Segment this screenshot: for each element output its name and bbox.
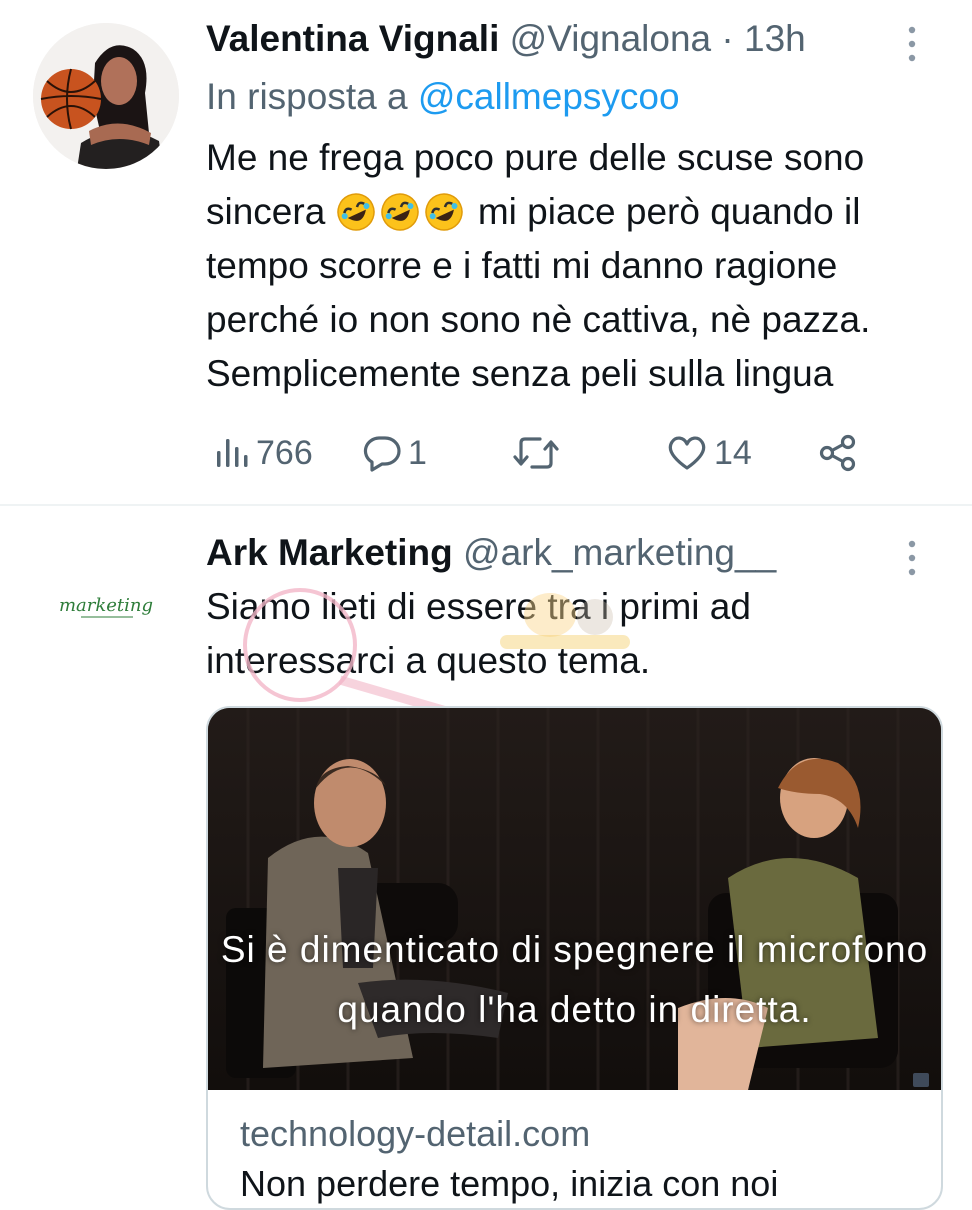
more-options-button[interactable] bbox=[905, 24, 927, 64]
emoji-group bbox=[336, 191, 478, 232]
like-count: 14 bbox=[714, 433, 752, 472]
views-chart-icon bbox=[217, 439, 248, 467]
tweet-text: Me ne frega poco pure delle scuse sono s… bbox=[206, 131, 946, 401]
tweet-header: Ark Marketing @ark_marketing__ bbox=[206, 532, 776, 574]
author-handle[interactable]: @ark_marketing__ bbox=[463, 532, 776, 573]
logo-text: marketing bbox=[59, 595, 153, 616]
ark-marketing-logo: marketing bbox=[33, 533, 179, 679]
tweet-actions: 766 1 14 bbox=[206, 425, 906, 481]
reply-to-link[interactable]: @callmepsycoo bbox=[418, 76, 680, 117]
link-card[interactable]: Si è dimenticato di spegnere il microfon… bbox=[206, 706, 943, 1210]
retweet-icon bbox=[513, 437, 559, 469]
card-title[interactable]: Non perdere tempo, inizia con noi bbox=[240, 1163, 778, 1205]
reply-count: 1 bbox=[408, 433, 427, 472]
views-count: 766 bbox=[256, 433, 313, 472]
more-options-button[interactable] bbox=[905, 538, 927, 578]
video-thumbnail[interactable]: Si è dimenticato di spegnere il microfon… bbox=[208, 708, 941, 1090]
reply-bubble-icon bbox=[363, 436, 401, 472]
like-button[interactable]: 14 bbox=[666, 425, 752, 481]
ellipsis-vertical-icon bbox=[908, 26, 916, 62]
separator: · bbox=[721, 18, 734, 59]
reply-prefix: In risposta a bbox=[206, 76, 408, 117]
tweet-text: Siamo lieti di essere tra i primi ad int… bbox=[206, 586, 751, 681]
avatar-photo bbox=[33, 23, 179, 169]
timestamp[interactable]: 13h bbox=[744, 18, 806, 59]
tweet[interactable]: Valentina Vignali @Vignalona · 13h In ri… bbox=[0, 0, 972, 505]
heart-icon bbox=[668, 436, 706, 470]
ellipsis-vertical-icon bbox=[908, 540, 916, 576]
avatar[interactable]: marketing bbox=[33, 533, 179, 679]
tweet-header: Valentina Vignali @Vignalona · 13h bbox=[206, 18, 806, 60]
reply-button[interactable]: 1 bbox=[362, 425, 427, 481]
share-button[interactable] bbox=[818, 425, 858, 481]
retweet-button[interactable] bbox=[512, 425, 560, 481]
author-name[interactable]: Ark Marketing bbox=[206, 532, 453, 573]
author-handle[interactable]: @Vignalona bbox=[510, 18, 711, 59]
author-name[interactable]: Valentina Vignali bbox=[206, 18, 499, 59]
reply-context: In risposta a @callmepsycoo bbox=[206, 76, 680, 118]
views-button[interactable]: 766 bbox=[214, 425, 313, 481]
rolling-on-floor-laughing-icon bbox=[380, 193, 419, 231]
video-caption: Si è dimenticato di spegnere il microfon… bbox=[220, 929, 929, 1030]
share-icon bbox=[819, 434, 856, 472]
rolling-on-floor-laughing-icon bbox=[424, 193, 463, 231]
avatar[interactable] bbox=[33, 23, 179, 169]
card-domain[interactable]: technology-detail.com bbox=[240, 1113, 590, 1155]
rolling-on-floor-laughing-icon bbox=[336, 193, 375, 231]
